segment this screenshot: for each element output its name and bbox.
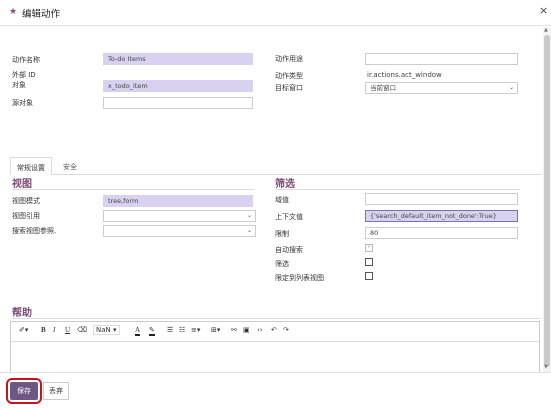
filter-section-divider bbox=[275, 189, 520, 190]
unordered-list-icon[interactable]: ☰ bbox=[167, 326, 173, 334]
limit-input[interactable]: 80 bbox=[365, 227, 518, 239]
scroll-up-icon[interactable]: ▲ bbox=[544, 27, 548, 33]
filter-checkbox[interactable] bbox=[365, 258, 373, 266]
dialog-footer: 保存 丢弃 bbox=[0, 372, 551, 408]
action-name-label: 动作名称 bbox=[12, 56, 40, 64]
chevron-down-icon: ⌄ bbox=[246, 212, 252, 219]
help-section-title: 帮助 bbox=[12, 308, 32, 319]
context-label: 上下文值 bbox=[275, 213, 303, 221]
auto-search-checkbox[interactable] bbox=[365, 243, 373, 252]
redo-icon[interactable]: ↷ bbox=[283, 326, 289, 334]
font-color-button[interactable]: A bbox=[135, 326, 141, 336]
view-ref-label: 视图引用 bbox=[12, 212, 40, 220]
scrollbar[interactable]: ▲ ▼ bbox=[543, 27, 551, 372]
bold-button[interactable]: B bbox=[41, 326, 46, 334]
close-icon[interactable]: × bbox=[539, 4, 548, 17]
auto-search-label: 自动搜索 bbox=[275, 246, 303, 254]
source-model-label: 源对象 bbox=[12, 99, 33, 107]
type-label: 动作类型 bbox=[275, 72, 303, 80]
link-icon[interactable]: ⚯ bbox=[231, 326, 237, 334]
context-input[interactable]: {'search_default_item_not_done':True} bbox=[365, 210, 518, 222]
view-mode-input[interactable]: tree,form bbox=[103, 195, 253, 207]
target-label: 目标窗口 bbox=[275, 84, 303, 92]
save-button[interactable]: 保存 bbox=[6, 378, 42, 404]
target-select[interactable]: 当前窗口 ⌄ bbox=[365, 82, 518, 94]
views-section-title: 视图 bbox=[12, 179, 32, 190]
domain-input[interactable] bbox=[365, 193, 518, 205]
undo-icon[interactable]: ↶ bbox=[271, 326, 277, 334]
ordered-list-icon[interactable]: ☷ bbox=[179, 326, 185, 334]
views-section-divider bbox=[12, 189, 254, 190]
model-input[interactable]: x_todo_item bbox=[103, 80, 253, 92]
italic-button[interactable]: I bbox=[53, 326, 55, 334]
scrollbar-thumb[interactable] bbox=[544, 35, 550, 367]
restrict-label: 限定到列表视图 bbox=[275, 274, 324, 282]
filter-label: 筛选 bbox=[275, 260, 289, 268]
discard-button[interactable]: 丢弃 bbox=[43, 382, 69, 400]
help-section-divider bbox=[12, 318, 540, 319]
font-size-value: NaN bbox=[96, 326, 111, 334]
paragraph-icon[interactable]: ≡▾ bbox=[191, 326, 200, 334]
brush-style-icon[interactable]: ✐▾ bbox=[19, 326, 28, 334]
underline-button[interactable]: U bbox=[65, 326, 70, 334]
dialog-title: 编辑动作 bbox=[22, 9, 61, 20]
filter-section-title: 筛选 bbox=[275, 179, 295, 190]
font-size-select[interactable]: NaN ▾ bbox=[93, 325, 120, 335]
view-mode-label: 视图模式 bbox=[12, 197, 40, 205]
table-icon[interactable]: ⊞▾ bbox=[211, 326, 220, 334]
usage-label: 动作用途 bbox=[275, 55, 303, 63]
image-icon[interactable]: ▣ bbox=[243, 326, 250, 334]
tab-security[interactable]: 安全 bbox=[57, 157, 83, 175]
star-icon[interactable]: ★ bbox=[9, 7, 17, 17]
eraser-icon[interactable]: ⌫ bbox=[77, 326, 87, 334]
usage-input[interactable] bbox=[365, 53, 518, 65]
tab-general-settings[interactable]: 常规设置 bbox=[10, 157, 52, 175]
notebook-tabs: 常规设置 安全 bbox=[10, 157, 542, 175]
external-id-label: 外部 ID bbox=[12, 71, 36, 79]
target-select-value: 当前窗口 bbox=[370, 84, 396, 92]
chevron-down-icon: ⌄ bbox=[246, 227, 252, 234]
action-name-input[interactable]: To-do Items bbox=[103, 53, 253, 65]
type-value: ir.actions.act_window bbox=[367, 71, 442, 79]
limit-label: 限制 bbox=[275, 230, 289, 238]
editor-content[interactable] bbox=[11, 343, 539, 373]
search-view-select[interactable]: ⌄ bbox=[103, 225, 256, 237]
dialog-header: ★ 编辑动作 × bbox=[0, 0, 551, 26]
help-editor[interactable]: ✐▾ B I U ⌫ NaN ▾ A ✎ ☰ ☷ ≡▾ ⊞▾ ⚯ ▣ ‹› ↶ … bbox=[10, 321, 540, 373]
view-ref-select[interactable]: ⌄ bbox=[103, 210, 256, 222]
chevron-down-icon: ⌄ bbox=[508, 84, 514, 91]
scroll-down-icon[interactable]: ▼ bbox=[544, 364, 548, 370]
search-view-label: 搜索视图参照. bbox=[12, 227, 57, 235]
code-view-icon[interactable]: ‹› bbox=[257, 326, 263, 334]
editor-toolbar: ✐▾ B I U ⌫ NaN ▾ A ✎ ☰ ☷ ≡▾ ⊞▾ ⚯ ▣ ‹› ↶ … bbox=[11, 322, 539, 342]
domain-label: 域值 bbox=[275, 196, 289, 204]
source-model-input[interactable] bbox=[103, 97, 253, 109]
model-label: 对象 bbox=[12, 81, 26, 89]
highlight-icon[interactable]: ✎ bbox=[149, 326, 155, 336]
restrict-checkbox[interactable] bbox=[365, 272, 373, 280]
